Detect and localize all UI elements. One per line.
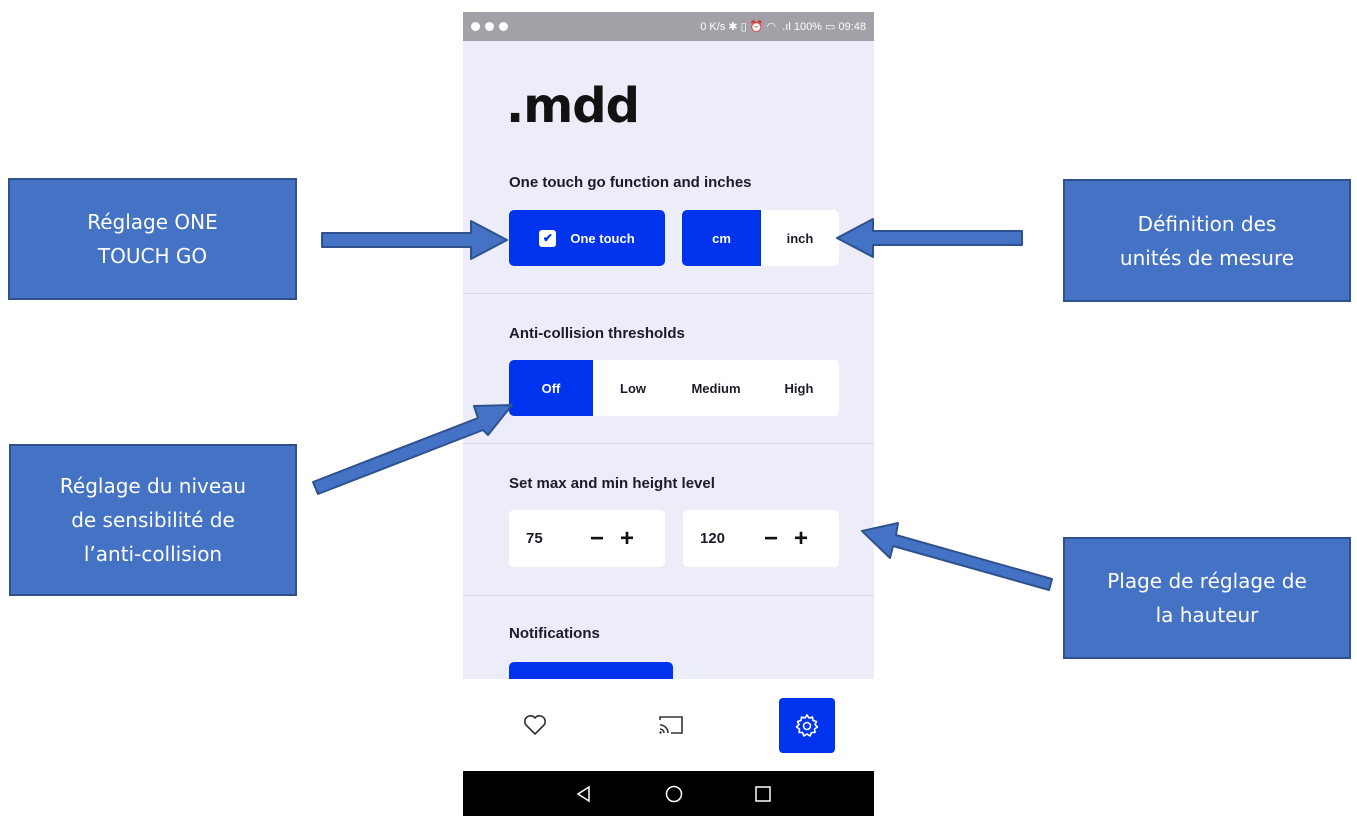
arrow-anticollision bbox=[312, 404, 513, 495]
arrow-units bbox=[836, 218, 1023, 258]
arrow-one-touch bbox=[321, 220, 508, 260]
arrow-height bbox=[861, 522, 1053, 591]
annotation-arrows bbox=[312, 218, 1053, 591]
